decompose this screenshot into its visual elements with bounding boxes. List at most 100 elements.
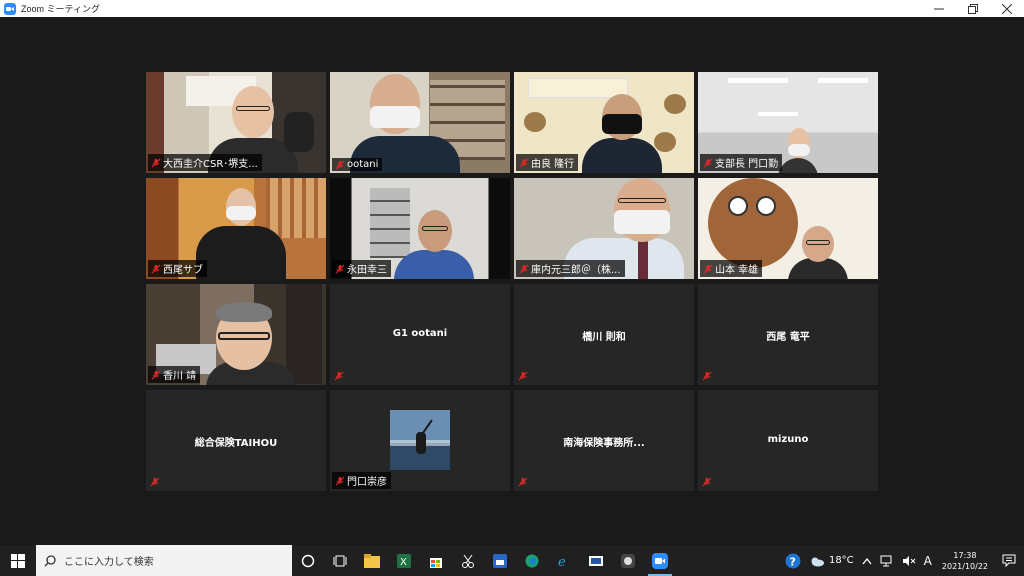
participant-tile[interactable]: 大西圭介CSR･堺支... [146, 72, 326, 173]
close-button[interactable] [990, 0, 1024, 17]
window-title: Zoom ミーティング [21, 4, 100, 14]
clock-time: 17:38 [953, 550, 977, 560]
metal-rack [370, 188, 410, 258]
participant-tile[interactable]: ootani [330, 72, 510, 173]
participant-tile[interactable]: 西尾サブ [146, 178, 326, 279]
participant-nameplate: 香川 靖 [148, 366, 201, 383]
taskbar-clock[interactable]: 17:38 2021/10/22 [936, 545, 994, 576]
profile-picture [390, 410, 450, 470]
taskbar-app-excel[interactable]: X [388, 545, 420, 576]
restore-button[interactable] [956, 0, 990, 17]
ceiling-light [728, 78, 788, 83]
participant-nameplate: 庫内元三郎＠（株... [516, 260, 625, 277]
participant-tile-active-speaker[interactable]: 支部長 門口勤 [698, 72, 878, 173]
participant-tile[interactable]: 香川 靖 [146, 284, 326, 385]
participant-tile[interactable]: 山本 幸雄 [698, 178, 878, 279]
app-logo-icon [589, 555, 603, 566]
mic-muted-icon [335, 264, 345, 274]
taskbar-app-generic-2[interactable] [580, 545, 612, 576]
owl-mascot [664, 94, 686, 114]
app-tile-icon [493, 553, 507, 568]
show-hidden-icons-button[interactable] [858, 545, 876, 576]
participant-tile[interactable]: 由良 隆行 [514, 72, 694, 173]
svg-text:?: ? [789, 555, 795, 568]
participant-tile-no-video[interactable]: 総合保険TAIHOU [146, 390, 326, 491]
taskbar-app-file-explorer[interactable] [356, 545, 388, 576]
search-placeholder: ここに入力して検索 [64, 557, 154, 568]
taskbar-app-snipping[interactable] [452, 545, 484, 576]
network-button[interactable] [876, 545, 898, 576]
participant-name: 支部長 門口勤 [715, 159, 779, 170]
participant-name: 門口崇彦 [347, 477, 387, 488]
participant-tile[interactable]: 庫内元三郎＠（株... [514, 178, 694, 279]
start-button[interactable] [0, 545, 36, 576]
mic-muted-icon [150, 477, 160, 487]
cortana-circle-icon [301, 554, 315, 567]
search-icon [44, 554, 56, 566]
mic-muted-icon [703, 158, 713, 168]
participant-nameplate: 永田幸三 [332, 260, 391, 277]
help-button[interactable]: ? [781, 545, 805, 576]
edge-browser-icon [525, 554, 539, 567]
mic-muted-icon [518, 477, 528, 487]
mic-muted-icon [335, 476, 345, 486]
minimize-button[interactable] [922, 0, 956, 17]
participant-nameplate: 西尾サブ [148, 260, 207, 277]
zoom-video-icon [652, 552, 668, 569]
temperature-label: 18°C [828, 555, 854, 566]
taskbar-app-generic-3[interactable] [612, 545, 644, 576]
participant-name: 大西圭介CSR･堺支... [163, 159, 258, 170]
lattice [266, 178, 326, 238]
excel-icon: X [397, 553, 411, 568]
mic-muted-icon [151, 370, 161, 380]
participant-tile-no-video[interactable]: mizuno [698, 390, 878, 491]
participant-nameplate: 大西圭介CSR･堺支... [148, 154, 262, 171]
taskbar-app-store[interactable] [420, 545, 452, 576]
zoom-app-icon [4, 2, 16, 15]
taskbar-app-generic[interactable] [484, 545, 516, 576]
participant-name: 永田幸三 [347, 265, 387, 276]
volume-button[interactable] [898, 545, 920, 576]
restore-icon [968, 3, 978, 14]
participant-tile-no-video[interactable]: 西尾 竜平 [698, 284, 878, 385]
participant-name: mizuno [767, 434, 809, 445]
chair [284, 112, 314, 152]
participant-name: 山本 幸雄 [715, 265, 759, 276]
participant-tile[interactable]: 永田幸三 [330, 178, 510, 279]
weather-widget[interactable]: 18°C [805, 545, 858, 576]
task-view-icon [333, 555, 347, 566]
ime-mode-indicator[interactable]: A [920, 545, 936, 576]
mic-muted-icon [519, 264, 529, 274]
participant-name: ootani [347, 159, 379, 170]
speaker-muted-icon [902, 555, 916, 566]
svg-text:e: e [558, 555, 566, 568]
task-view-button[interactable] [324, 545, 356, 576]
notification-icon [1002, 554, 1016, 567]
participant-tile-no-video[interactable]: 門口崇彦 [330, 390, 510, 491]
participant-name: 南海保険事務所... [563, 438, 645, 449]
mic-muted-icon [335, 160, 345, 170]
participant-nameplate: 山本 幸雄 [700, 260, 763, 277]
participant-name: G1 ootani [392, 328, 448, 339]
clock-date: 2021/10/22 [941, 561, 988, 571]
mic-muted-icon [702, 477, 712, 487]
participant-name: 香川 靖 [163, 371, 197, 382]
action-center-button[interactable] [994, 545, 1024, 576]
participant-tile-no-video[interactable]: 南海保険事務所... [514, 390, 694, 491]
store-bag-icon [430, 557, 442, 568]
taskbar-search-box[interactable]: ここに入力して検索 [36, 545, 292, 576]
taskbar-app-edge[interactable] [516, 545, 548, 576]
participant-nameplate: 支部長 門口勤 [700, 154, 783, 171]
owl-mascot [654, 132, 676, 152]
participant-name: 西尾 竜平 [766, 332, 810, 343]
window-titlebar: Zoom ミーティング [0, 0, 1024, 17]
minimize-icon [934, 8, 944, 9]
participant-tile-no-video[interactable]: 橋川 則和 [514, 284, 694, 385]
taskbar-app-zoom[interactable] [644, 545, 676, 576]
mic-muted-icon [151, 158, 161, 168]
taskbar-app-internet-explorer[interactable]: e [548, 545, 580, 576]
app-shield-icon [621, 553, 635, 568]
cortana-button[interactable] [292, 545, 324, 576]
owl-mascot [524, 112, 546, 132]
participant-tile-no-video[interactable]: G1 ootani [330, 284, 510, 385]
